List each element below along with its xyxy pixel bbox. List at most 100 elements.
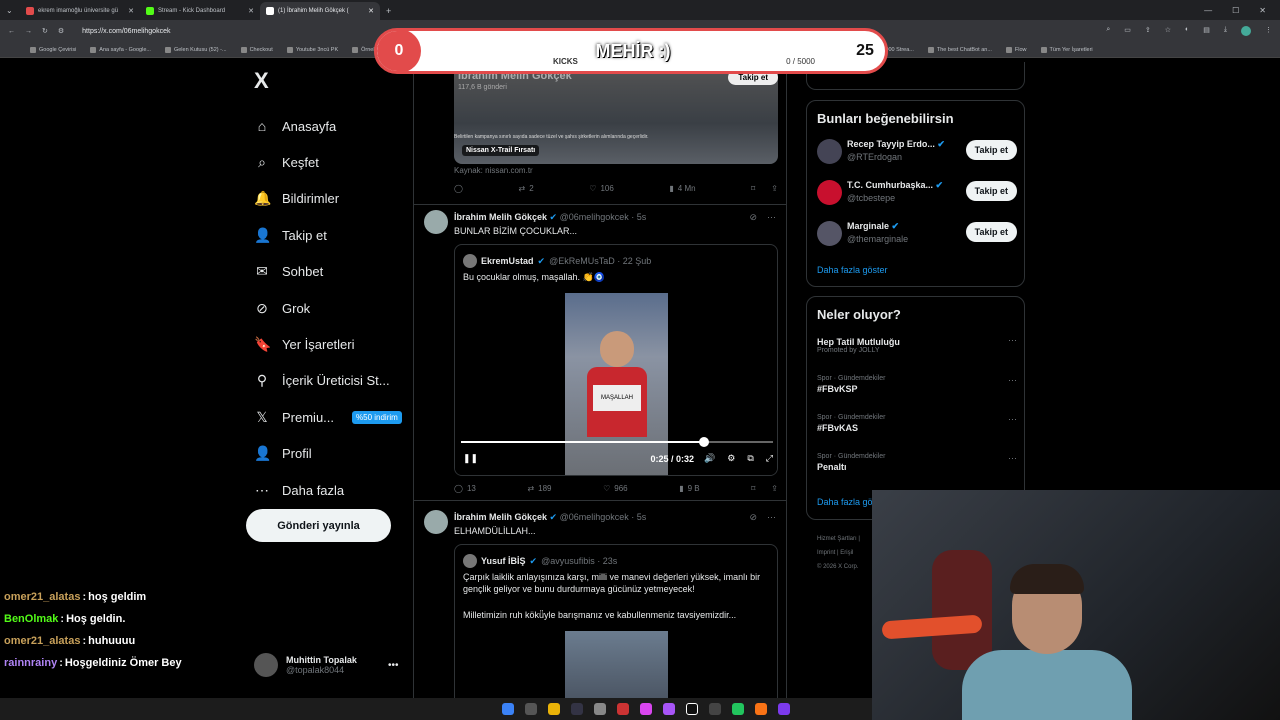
picture-in-picture-icon[interactable]: ⧉ bbox=[747, 453, 753, 464]
chrome-icon[interactable] bbox=[732, 703, 744, 715]
browser-tab-1[interactable]: ekrem imamoğlu üniversite gü ✕ bbox=[20, 2, 140, 20]
trend-item[interactable]: Spor · Gündemdekiler #FBvKSP ⋯ bbox=[817, 375, 1017, 394]
suggested-account[interactable]: Recep Tayyip Erdo... ✔ @RTErdogan Takip et bbox=[817, 139, 1017, 169]
pause-icon[interactable]: ❚❚ bbox=[463, 453, 478, 464]
more-icon[interactable]: ⋯ bbox=[767, 212, 776, 223]
tweet-author[interactable]: İbrahim Melih Gökçek bbox=[454, 212, 547, 222]
close-tab-icon[interactable]: ✕ bbox=[248, 7, 254, 15]
bookmark-item[interactable]: Youtube 3ncü PK bbox=[286, 46, 338, 53]
cast-icon[interactable]: ▭ bbox=[1124, 26, 1131, 36]
reply-button[interactable]: ◯ 13 bbox=[454, 484, 476, 493]
trend-item[interactable]: Spor · Gündemdekiler #FBvKAS ⋯ bbox=[817, 414, 1017, 433]
quoted-tweet[interactable]: Yusuf İBİŞ ✔ @avyusufibis · 23s Çarpık l… bbox=[454, 544, 778, 698]
sidebar-icon[interactable]: ▤ bbox=[1203, 26, 1210, 36]
extension-icon[interactable]: ◐ bbox=[1185, 26, 1189, 36]
more-icon[interactable]: ⋯ bbox=[1008, 414, 1017, 425]
footer-line[interactable]: Imprint | Erişil bbox=[817, 546, 860, 560]
like-button[interactable]: ♡ 106 bbox=[589, 184, 614, 193]
tiktok-icon[interactable] bbox=[686, 703, 698, 715]
bookmark-item[interactable]: Ana sayfa - Google... bbox=[90, 46, 151, 53]
account-more-icon[interactable]: ••• bbox=[388, 660, 399, 671]
nav-item[interactable]: 👤 Takip et bbox=[246, 217, 406, 253]
grok-icon[interactable]: ⊘ bbox=[749, 212, 757, 223]
app-icon[interactable] bbox=[755, 703, 767, 715]
bookmark-item[interactable]: The best ChatBot an... bbox=[927, 46, 992, 53]
footer-line[interactable]: Hizmet Şartları | bbox=[817, 532, 860, 546]
avatar[interactable] bbox=[424, 510, 448, 534]
app-icon[interactable] bbox=[617, 703, 629, 715]
tweet[interactable]: İbrahim Melih Gökçek ✔ @06melihgokcek · … bbox=[414, 500, 786, 698]
menu-icon[interactable]: ⋮ bbox=[1265, 26, 1272, 36]
follow-button[interactable]: Takip et bbox=[965, 222, 1017, 242]
start-icon[interactable] bbox=[502, 703, 514, 715]
nav-item[interactable]: ⌂ Anasayfa bbox=[246, 108, 406, 144]
new-tab-icon[interactable]: + bbox=[380, 6, 391, 20]
trend-item[interactable]: Spor · Gündemdekiler Penaltı ⋯ bbox=[817, 453, 1017, 472]
bookmark-item[interactable]: Checkout bbox=[240, 46, 273, 53]
instagram-icon[interactable] bbox=[640, 703, 652, 715]
forward-icon[interactable]: → bbox=[25, 28, 32, 35]
reload-icon[interactable]: ↻ bbox=[42, 27, 48, 35]
post-button[interactable]: Gönderi yayınla bbox=[246, 509, 391, 542]
browser-tab-3[interactable]: (1) İbrahim Melih Gökçek (✕ bbox=[260, 2, 380, 20]
account-switcher[interactable]: Muhittin Topalak @topalak8044 bbox=[254, 653, 357, 677]
share-icon[interactable]: ⇪ bbox=[771, 484, 778, 493]
nav-item[interactable]: 𝕏 Premiu... %50 indirim bbox=[246, 399, 406, 435]
more-icon[interactable]: ⋯ bbox=[767, 512, 776, 523]
nav-item[interactable]: ⚲ İçerik Üreticisi St... bbox=[246, 363, 406, 399]
tweet[interactable]: İbrahim Melih Gökçek ✔ @06melihgokcek · … bbox=[414, 204, 786, 500]
browser-tab-2[interactable]: Stream - Kick Dashboard ✕ bbox=[140, 2, 260, 20]
share-icon[interactable]: ⇪ bbox=[771, 184, 778, 193]
grok-icon[interactable]: ⊘ bbox=[749, 512, 757, 523]
bookmark-button[interactable]: ⌑ ⇪ bbox=[751, 184, 778, 193]
task-view-icon[interactable] bbox=[525, 703, 537, 715]
nav-item[interactable]: 🔔 Bildirimler bbox=[246, 181, 406, 217]
share-icon[interactable]: ⇪ bbox=[1145, 26, 1151, 36]
quote-image[interactable] bbox=[565, 631, 668, 698]
tweet-handle[interactable]: @06melihgokcek · 5s bbox=[560, 512, 647, 522]
obs-icon[interactable] bbox=[778, 703, 790, 715]
show-more-link[interactable]: Daha fazla gö bbox=[817, 497, 873, 507]
star-icon[interactable]: ☆ bbox=[1165, 26, 1171, 36]
repost-button[interactable]: ⇄ 2 bbox=[519, 184, 534, 193]
more-icon[interactable]: ⋯ bbox=[1008, 335, 1017, 346]
quoted-tweet[interactable]: EkremUstad ✔ @EkReMUsTaD · 22 Şub Bu çoc… bbox=[454, 244, 778, 476]
close-window-icon[interactable]: ✕ bbox=[1259, 6, 1266, 15]
views-button[interactable]: ▮ 9 B bbox=[679, 484, 699, 493]
maximize-icon[interactable]: ☐ bbox=[1232, 6, 1239, 15]
close-tab-icon[interactable]: ✕ bbox=[128, 7, 134, 15]
video-player[interactable]: MAŞALLAH ❚❚ 0:25 / 0:32 🔊 ⚙ ⧉ ⤢ bbox=[455, 293, 777, 475]
bookmark-item[interactable]: Tüm Yer İşaretleri bbox=[1040, 46, 1093, 53]
tweet-handle[interactable]: @06melihgokcek · 5s bbox=[560, 212, 647, 222]
app-icon[interactable] bbox=[594, 703, 606, 715]
ad-source[interactable]: Kaynak: nissan.com.tr bbox=[454, 166, 533, 175]
bookmark-item[interactable]: Flow bbox=[1005, 46, 1027, 53]
tab-search-icon[interactable]: ⌄ bbox=[0, 6, 20, 20]
nav-item[interactable]: ✉ Sohbet bbox=[246, 254, 406, 290]
nav-item[interactable]: 🔖 Yer İşaretleri bbox=[246, 326, 406, 362]
more-icon[interactable]: ⋯ bbox=[1008, 375, 1017, 386]
video-progress-bar[interactable] bbox=[461, 437, 773, 447]
trend-item[interactable]: Hep Tatil Mutluluğu Promoted by JOLLY ⋯ bbox=[817, 335, 1017, 354]
nav-item[interactable]: ⋯ Daha fazla bbox=[246, 472, 406, 508]
download-icon[interactable]: ⤓ bbox=[1224, 26, 1227, 36]
repost-button[interactable]: ⇄ 189 bbox=[527, 484, 551, 493]
nav-item[interactable]: ⊘ Grok bbox=[246, 290, 406, 326]
url-field[interactable]: https://x.com/06melihgokcek bbox=[82, 28, 170, 35]
avatar[interactable] bbox=[424, 210, 448, 234]
timeline[interactable]: İbrahim Melih Gökçek 117,6 B gönderi Tak… bbox=[413, 58, 787, 698]
fullscreen-icon[interactable]: ⤢ bbox=[766, 453, 773, 464]
video-scrubber-handle[interactable] bbox=[699, 437, 710, 447]
suggested-account[interactable]: T.C. Cumhurbaşka... ✔ @tcbestepe Takip et bbox=[817, 180, 1017, 210]
minimize-icon[interactable]: — bbox=[1204, 6, 1212, 15]
bookmark-item[interactable]: Örnek bbox=[352, 46, 376, 53]
capcut-icon[interactable] bbox=[709, 703, 721, 715]
bookmark-item[interactable]: Gelen Kutusu (52) -... bbox=[164, 46, 227, 53]
file-explorer-icon[interactable] bbox=[548, 703, 560, 715]
close-tab-icon[interactable]: ✕ bbox=[368, 7, 374, 15]
zoom-icon[interactable]: ⌕ bbox=[1106, 26, 1110, 36]
bookmark-item[interactable]: Google Çevirisi bbox=[30, 46, 76, 53]
show-more-link[interactable]: Daha fazla göster bbox=[817, 265, 888, 275]
x-logo-icon[interactable]: X bbox=[254, 68, 406, 94]
like-button[interactable]: ♡ 966 bbox=[603, 484, 628, 493]
